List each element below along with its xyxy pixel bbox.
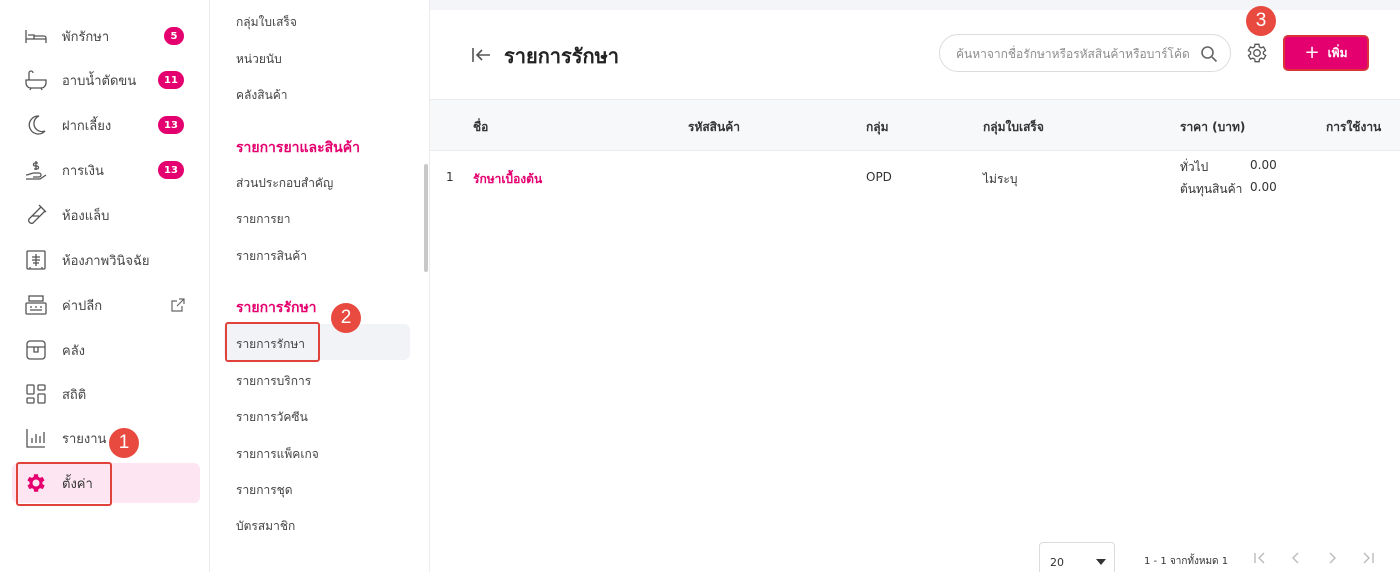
- sidebar-item-label: ห้องภาพวินิจฉัย: [62, 253, 150, 269]
- sidebar-item-label: การเงิน: [62, 163, 104, 179]
- next-page-icon[interactable]: [1324, 550, 1340, 566]
- submenu-heading-products: รายการยาและสินค้า: [236, 140, 360, 156]
- sidebar-item-imaging[interactable]: ห้องภาพวินิจฉัย: [12, 240, 200, 280]
- prev-page-icon[interactable]: [1288, 550, 1304, 566]
- submenu-item-services[interactable]: รายการบริการ: [236, 372, 311, 391]
- sidebar-item-grooming[interactable]: อาบน้ำตัดขน 11: [12, 60, 200, 100]
- sidebar-item-reports[interactable]: รายงาน: [12, 418, 200, 458]
- notification-badge: 13: [158, 116, 184, 134]
- submenu-item-vaccines[interactable]: รายการวัคซีน: [236, 408, 308, 427]
- page-size-select[interactable]: 20: [1039, 542, 1115, 572]
- row-index: 1: [446, 170, 454, 184]
- step-badge-2: 2: [331, 303, 361, 333]
- submenu-heading-treatment: รายการรักษา: [236, 300, 317, 316]
- submenu-item-drugs[interactable]: รายการยา: [236, 210, 290, 229]
- xray-icon: [26, 250, 46, 270]
- row-name-link[interactable]: รักษาเบื้องต้น: [473, 170, 542, 189]
- sidebar-item-label: อาบน้ำตัดขน: [62, 73, 137, 89]
- page-title: รายการรักษา: [504, 44, 620, 68]
- sidebar-item-statistics[interactable]: สถิติ: [12, 374, 200, 414]
- sidebar-item-label: ค่าปลีก: [62, 298, 103, 314]
- row-receipt-group: ไม่ระบุ: [983, 172, 1018, 186]
- highlight-settings: [16, 462, 112, 506]
- column-header-receipt-group[interactable]: กลุ่มใบเสร็จ: [983, 118, 1044, 137]
- submenu-item-sets[interactable]: รายการชุด: [236, 481, 293, 500]
- add-button[interactable]: + เพิ่ม: [1283, 35, 1369, 71]
- add-button-label: เพิ่ม: [1327, 45, 1348, 60]
- collapse-arrow-icon[interactable]: [470, 44, 492, 66]
- search-box[interactable]: [939, 34, 1231, 72]
- cash-register-icon: [25, 295, 47, 315]
- dashboard-icon: [26, 384, 46, 404]
- step-badge-1: 1: [109, 428, 139, 458]
- first-page-icon[interactable]: [1252, 550, 1268, 566]
- box-icon: [26, 340, 46, 360]
- sidebar-item-inventory[interactable]: คลัง: [12, 330, 200, 370]
- sidebar-item-label: ฝากเลี้ยง: [62, 118, 112, 134]
- notification-badge: 5: [164, 27, 184, 45]
- submenu-item-ingredients[interactable]: ส่วนประกอบสำคัญ: [236, 174, 333, 193]
- bar-chart-icon: [26, 429, 45, 448]
- submenu-item-membership[interactable]: บัตรสมาชิก: [236, 517, 295, 536]
- row-group: OPD: [866, 170, 892, 184]
- last-page-icon[interactable]: [1360, 550, 1376, 566]
- plus-icon: +: [1304, 42, 1320, 63]
- highlight-treatment-list: [225, 322, 320, 362]
- row-price-general: 0.00: [1250, 158, 1277, 172]
- pagination-info: 1 - 1 จากทั้งหมด 1: [1144, 556, 1229, 567]
- sidebar-item-lab[interactable]: ห้องแล็บ: [12, 195, 200, 235]
- settings-submenu: กลุ่มใบเสร็จ หน่วยนับ คลังสินค้า รายการย…: [210, 0, 430, 572]
- step-badge-3: 3: [1246, 6, 1276, 36]
- gear-icon[interactable]: [1245, 41, 1269, 65]
- test-tube-icon: [28, 204, 47, 224]
- chevron-down-icon: [1096, 559, 1106, 565]
- sidebar-item-boarding[interactable]: ฝากเลี้ยง 13: [12, 105, 200, 145]
- sidebar-item-label: ห้องแล็บ: [62, 208, 110, 224]
- column-header-code[interactable]: รหัสสินค้า: [688, 118, 740, 137]
- submenu-item-products[interactable]: รายการสินค้า: [236, 247, 307, 266]
- row-price-general-label: ทั่วไป: [1180, 160, 1209, 174]
- bed-icon: [25, 30, 47, 43]
- submenu-item-warehouse[interactable]: คลังสินค้า: [236, 86, 288, 105]
- submenu-scrollbar[interactable]: [424, 164, 428, 272]
- row-price-cost: 0.00: [1250, 180, 1277, 194]
- page-size-value: 20: [1050, 556, 1064, 569]
- column-header-group[interactable]: กลุ่ม: [866, 118, 889, 137]
- submenu-item-packages[interactable]: รายการแพ็คเกจ: [236, 445, 319, 464]
- money-hand-icon: [25, 161, 47, 180]
- search-input[interactable]: [956, 44, 1192, 64]
- moon-icon: [28, 115, 46, 135]
- submenu-item-units[interactable]: หน่วยนับ: [236, 50, 282, 69]
- notification-badge: 11: [158, 71, 184, 89]
- sidebar-item-finance[interactable]: การเงิน 13: [12, 150, 200, 190]
- sidebar-item-retail[interactable]: ค่าปลีก: [12, 285, 200, 325]
- table-header: ชื่อ รหัสสินค้า กลุ่ม กลุ่มใบเสร็จ ราคา …: [430, 99, 1400, 151]
- sidebar-item-hospitalization[interactable]: พักรักษา 5: [12, 16, 200, 56]
- sidebar-item-label: คลัง: [62, 343, 86, 359]
- notification-badge: 13: [158, 161, 184, 179]
- search-icon[interactable]: [1200, 45, 1218, 63]
- sidebar-item-label: สถิติ: [62, 387, 87, 403]
- main-content: รายการรักษา + เพิ่ม ชื่อ รหัสสินค้า กลุ่…: [430, 0, 1400, 572]
- sidebar-item-label: พักรักษา: [62, 29, 110, 45]
- row-price-cost-label: ต้นทุนสินค้า: [1180, 182, 1243, 196]
- column-header-price[interactable]: ราคา (บาท): [1180, 118, 1245, 137]
- external-link-icon[interactable]: [170, 297, 186, 313]
- submenu-item-receipt-group[interactable]: กลุ่มใบเสร็จ: [236, 13, 297, 32]
- column-header-usage[interactable]: การใช้งาน: [1326, 118, 1381, 137]
- bathtub-icon: [25, 70, 47, 91]
- sidebar-item-label: รายงาน: [62, 431, 107, 447]
- column-header-name[interactable]: ชื่อ: [473, 118, 488, 137]
